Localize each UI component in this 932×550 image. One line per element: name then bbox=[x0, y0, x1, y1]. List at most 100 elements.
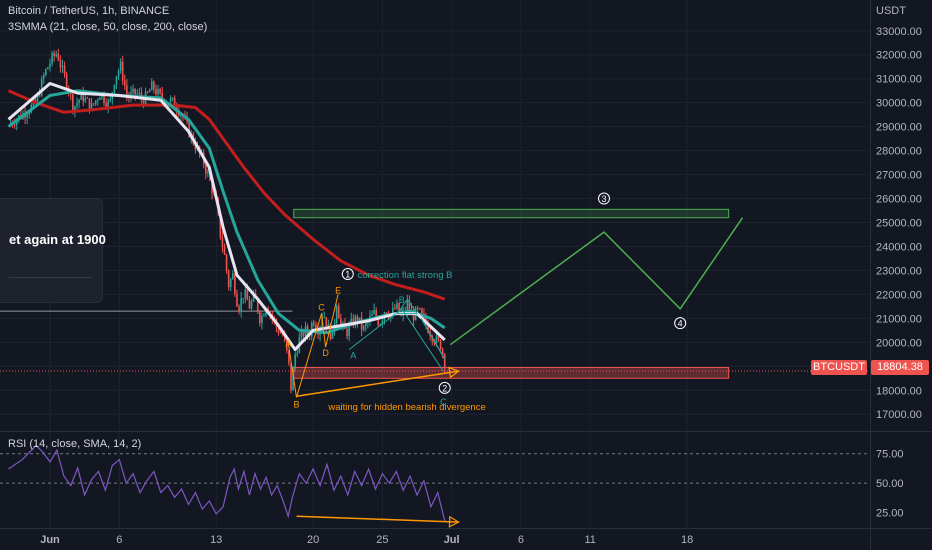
candle-up bbox=[261, 316, 263, 324]
candle-down bbox=[421, 308, 423, 314]
candle-up bbox=[109, 98, 112, 101]
candle-up bbox=[47, 67, 49, 70]
candle-down bbox=[236, 293, 238, 307]
wave-letter: A bbox=[350, 350, 356, 360]
candle-up bbox=[132, 88, 134, 93]
time-tick-label: 18 bbox=[681, 534, 693, 546]
rsi-legend: RSI (14, close, SMA, 14, 2) bbox=[8, 438, 142, 450]
candle-down bbox=[153, 81, 155, 90]
candle-down bbox=[225, 254, 228, 271]
rsi-tick-label: 25.00 bbox=[876, 508, 904, 520]
candle-down bbox=[155, 89, 157, 95]
candle-down bbox=[72, 93, 74, 111]
candle-down bbox=[248, 300, 251, 309]
candle-down bbox=[63, 65, 66, 74]
candle-down bbox=[221, 237, 224, 248]
candle-down bbox=[313, 322, 315, 325]
candle-up bbox=[263, 315, 265, 317]
candle-up bbox=[150, 81, 153, 91]
candle-down bbox=[205, 164, 207, 174]
candle-down bbox=[123, 80, 126, 86]
candle-down bbox=[121, 61, 124, 81]
candle-down bbox=[325, 317, 328, 328]
candle-up bbox=[107, 100, 109, 107]
candle-down bbox=[443, 354, 446, 368]
candle-down bbox=[437, 336, 440, 340]
candle-up bbox=[42, 75, 45, 79]
candle-down bbox=[134, 88, 136, 95]
time-axis: Jun 6 13 20 25 Jul 6 11 18 bbox=[40, 534, 693, 546]
candle-down bbox=[223, 247, 226, 255]
candle-down bbox=[146, 92, 149, 93]
candle-up bbox=[26, 115, 28, 118]
candle-up bbox=[371, 314, 373, 316]
candle-up bbox=[335, 306, 338, 323]
rsi-tick-label: 75.00 bbox=[876, 449, 904, 461]
price-tick-label: 17000.00 bbox=[876, 409, 922, 421]
candle-up bbox=[76, 102, 78, 107]
symbol-price-tag: BTCUSDT bbox=[811, 360, 867, 375]
candle-down bbox=[238, 306, 240, 312]
price-tick-label: 22000.00 bbox=[876, 289, 922, 301]
candle-up bbox=[323, 317, 326, 319]
candle-down bbox=[13, 124, 16, 126]
candle-up bbox=[96, 99, 99, 101]
rsi-divergence-arrow bbox=[296, 515, 459, 523]
candle-down bbox=[59, 60, 62, 68]
price-tick-label: 28000.00 bbox=[876, 146, 922, 158]
candle-up bbox=[78, 99, 80, 103]
rsi-tick-label: 50.00 bbox=[876, 478, 904, 490]
candle-down bbox=[159, 88, 161, 93]
candle-down bbox=[337, 306, 340, 319]
time-tick-label: Jun bbox=[40, 534, 60, 546]
tooltip-card: et again at 1900 bbox=[0, 198, 106, 303]
last-price-tag: 18804.38 bbox=[871, 360, 929, 375]
candle-down bbox=[346, 328, 348, 336]
wave-label-number: 4 bbox=[678, 319, 683, 329]
candle-up bbox=[406, 300, 409, 312]
candle-down bbox=[227, 270, 230, 288]
price-tick-label: 21000.00 bbox=[876, 313, 922, 325]
time-tick-label: 6 bbox=[116, 534, 122, 546]
annotation-text: waiting for hidden bearish divergence bbox=[327, 402, 485, 413]
candle-up bbox=[136, 93, 139, 95]
wave-label-number: 3 bbox=[601, 194, 606, 204]
price-chart[interactable]: 33000.00 32000.00 31000.00 30000.00 29000.00… bbox=[0, 0, 932, 550]
candle-up bbox=[49, 63, 51, 68]
candle-up bbox=[148, 90, 151, 93]
time-tick-label: Jul bbox=[444, 534, 460, 546]
candle-down bbox=[65, 73, 68, 89]
candle-down bbox=[57, 53, 60, 61]
candle-up bbox=[362, 326, 365, 330]
candle-down bbox=[340, 318, 342, 325]
candle-down bbox=[439, 339, 442, 350]
price-tick-label: 23000.00 bbox=[876, 265, 922, 277]
candle-up bbox=[45, 69, 47, 76]
candle-up bbox=[99, 97, 101, 100]
price-tick-label: 33000.00 bbox=[876, 26, 922, 38]
candle-up bbox=[331, 331, 334, 339]
candle-up bbox=[232, 273, 234, 280]
candle-up bbox=[40, 78, 43, 96]
price-tick-label: 30000.00 bbox=[876, 98, 922, 110]
candle-down bbox=[418, 308, 421, 310]
wave-letter: C bbox=[318, 302, 325, 312]
symbol-title: Bitcoin / TetherUS, 1h, BINANCE bbox=[8, 5, 170, 17]
price-tick-label: 24000.00 bbox=[876, 241, 922, 253]
tooltip-text: et again at 1900 bbox=[9, 232, 106, 247]
price-tick-label: 18000.00 bbox=[876, 385, 922, 397]
indicator-legend: 3SMMA (21, close, 50, close, 200, close) bbox=[8, 21, 208, 33]
candle-up bbox=[207, 172, 209, 174]
candle-down bbox=[105, 103, 107, 107]
currency-label: USDT bbox=[876, 5, 906, 17]
candle-down bbox=[92, 103, 95, 105]
candle-down bbox=[279, 332, 282, 334]
candle-down bbox=[394, 308, 396, 310]
candle-up bbox=[229, 279, 232, 288]
tooltip-divider bbox=[9, 277, 92, 278]
price-tick-label: 31000.00 bbox=[876, 74, 922, 86]
price-tick-label: 20000.00 bbox=[876, 337, 922, 349]
candle-up bbox=[51, 53, 53, 64]
wave-label-number: 2 bbox=[442, 383, 447, 393]
price-tick-label: 26000.00 bbox=[876, 194, 922, 206]
